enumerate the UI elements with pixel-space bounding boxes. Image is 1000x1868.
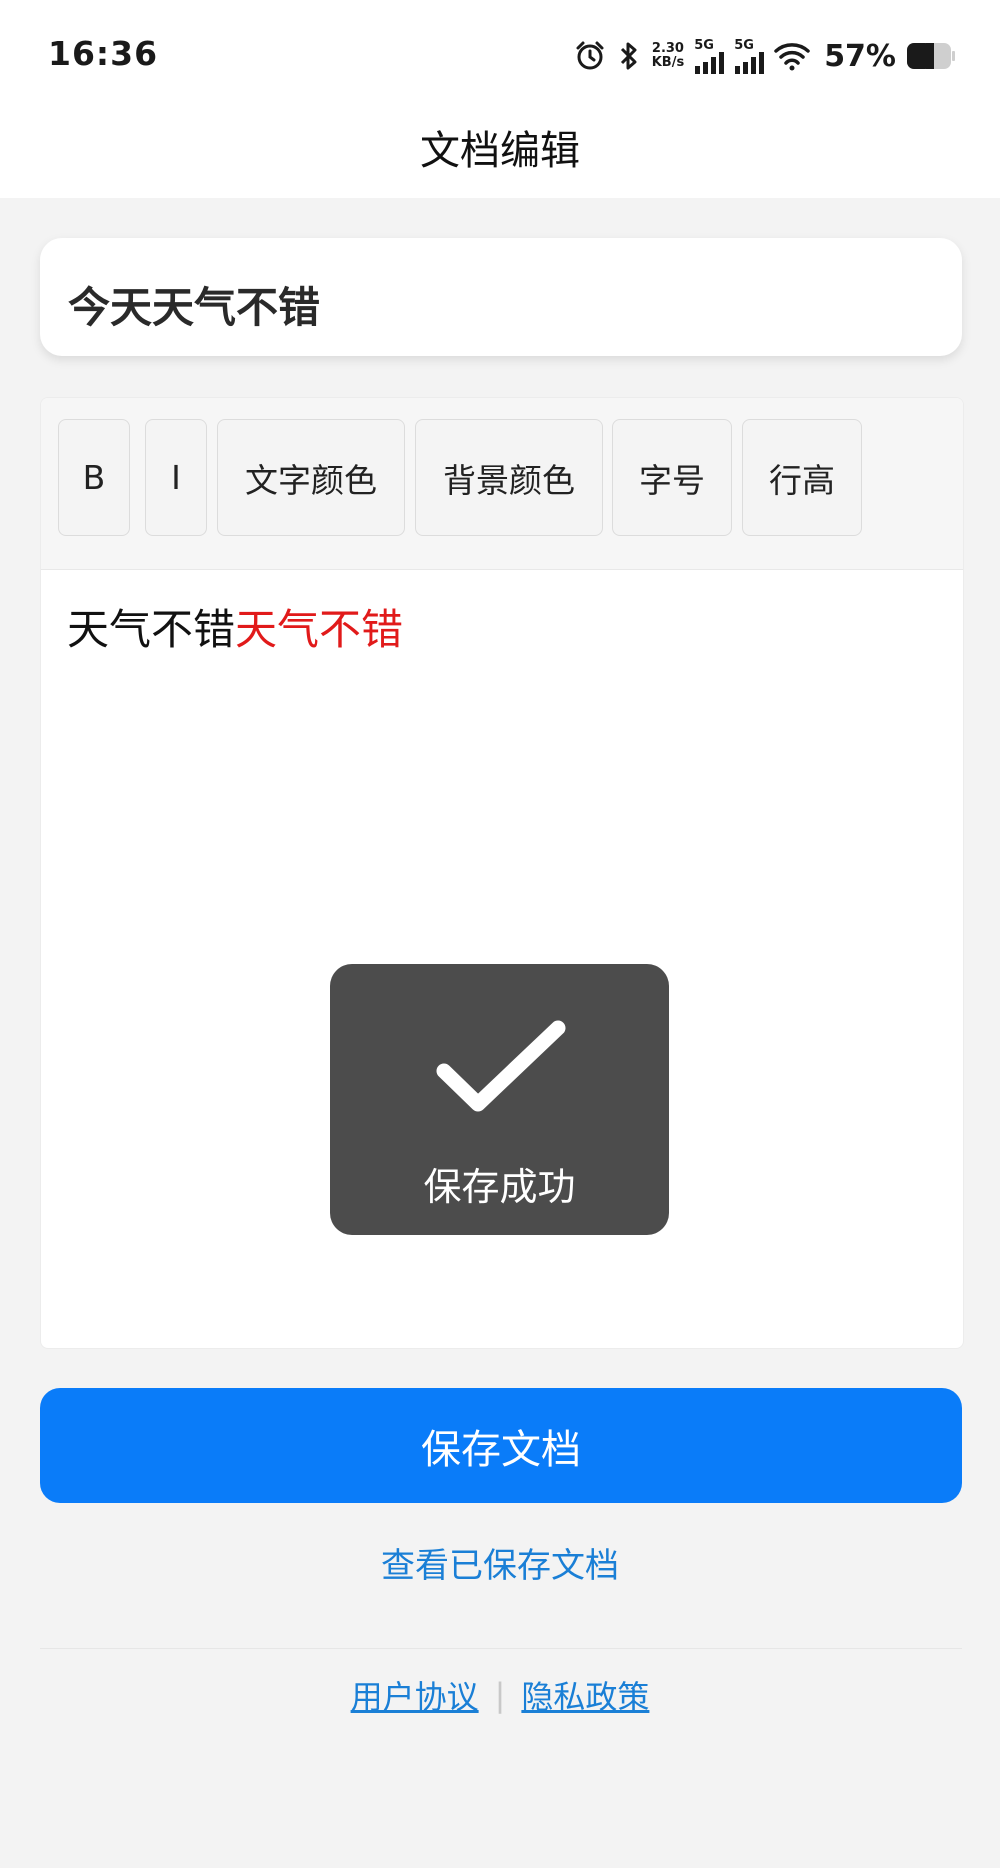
view-saved-documents-link[interactable]: 查看已保存文档 (0, 1538, 1000, 1587)
sim2-signal: 5G (734, 37, 765, 74)
content-text-red: 天气不错 (235, 605, 404, 654)
sim2-label: 5G (734, 37, 754, 53)
signal-icon (695, 51, 725, 74)
font-size-button[interactable]: 字号 (612, 419, 732, 536)
save-document-button[interactable]: 保存文档 (40, 1388, 962, 1503)
text-color-button[interactable]: 文字颜色 (217, 419, 405, 536)
alarm-icon (574, 40, 606, 72)
wifi-icon (774, 41, 810, 71)
status-bar: 16:36 2.30 KB/s 5G 5G 57% (0, 0, 1000, 110)
line-height-button[interactable]: 行高 (742, 419, 862, 536)
bold-button[interactable]: B (58, 419, 130, 536)
privacy-policy-link[interactable]: 隐私政策 (521, 1672, 649, 1718)
document-title-field[interactable]: 今天天气不错 (40, 238, 962, 356)
editor-content[interactable]: 天气不错天气不错 (67, 596, 403, 657)
signal-icon (735, 51, 765, 74)
battery-icon (906, 41, 956, 71)
status-time: 16:36 (48, 34, 159, 73)
network-speed-unit: KB/s (651, 55, 685, 70)
status-icons: 2.30 KB/s 5G 5G 57% (574, 36, 956, 76)
document-title-text: 今天天气不错 (68, 283, 321, 332)
bluetooth-icon (616, 40, 642, 72)
footer-divider (40, 1648, 962, 1649)
background-color-button[interactable]: 背景颜色 (415, 419, 603, 536)
battery-percent: 57% (824, 38, 896, 74)
content-text-black: 天气不错 (67, 605, 236, 654)
user-agreement-link[interactable]: 用户协议 (351, 1672, 479, 1718)
italic-button[interactable]: I (145, 419, 207, 536)
footer-separator: | (494, 1676, 506, 1714)
toast-message: 保存成功 (423, 1165, 576, 1209)
check-icon (436, 1020, 566, 1112)
network-speed-value: 2.30 (651, 41, 684, 56)
sim1-signal: 5G (694, 37, 725, 74)
editor-toolbar: B I 文字颜色 背景颜色 字号 行高 (41, 398, 963, 570)
sim1-label: 5G (694, 37, 714, 53)
network-speed: 2.30 KB/s (652, 42, 684, 70)
top-bar: 16:36 2.30 KB/s 5G 5G 57% 文档编辑 (0, 0, 1000, 198)
page-title: 文档编辑 (420, 128, 580, 174)
save-success-toast: 保存成功 (330, 964, 669, 1235)
footer-links: 用户协议 | 隐私政策 (0, 1672, 1000, 1718)
